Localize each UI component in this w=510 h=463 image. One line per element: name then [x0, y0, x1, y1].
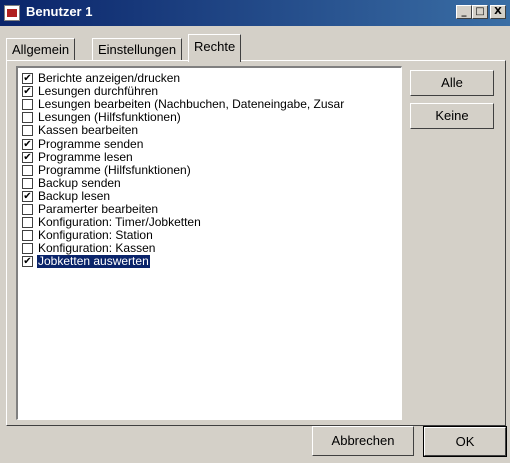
ok-label: OK	[455, 434, 475, 449]
window-title: Benutzer 1	[26, 4, 93, 19]
tab-rechte[interactable]: Rechte	[188, 34, 242, 62]
permission-checkbox[interactable]	[22, 217, 33, 229]
permission-checkbox[interactable]	[22, 99, 33, 111]
permission-label: Konfiguration: Station	[38, 229, 153, 243]
maximize-button[interactable]: □	[472, 5, 488, 19]
permission-label: Paramerter bearbeiten	[38, 203, 159, 216]
permission-checkbox[interactable]	[22, 112, 33, 124]
ok-button[interactable]: OK	[423, 426, 507, 457]
select-all-button[interactable]: Alle	[410, 70, 494, 96]
permission-checkbox[interactable]	[22, 230, 33, 242]
permission-label: Programme lesen	[38, 150, 133, 164]
check-icon[interactable]: ✔	[22, 256, 33, 268]
permission-item[interactable]: ✔ Berichte anzeigen/drucken	[20, 72, 400, 85]
check-icon[interactable]: ✔	[22, 73, 33, 84]
permission-item[interactable]: Programme (Hilfsfunktionen)	[20, 164, 400, 177]
permission-label: Lesungen durchführen	[38, 85, 159, 99]
permission-checkbox[interactable]	[22, 177, 33, 189]
permission-checkbox[interactable]	[22, 125, 33, 137]
check-icon[interactable]: ✔	[22, 86, 33, 98]
cancel-label: Abbrechen	[331, 433, 395, 448]
permission-checkbox[interactable]	[22, 243, 33, 255]
check-icon[interactable]: ✔	[22, 151, 33, 163]
permission-item[interactable]: Backup senden	[20, 177, 400, 190]
permission-item[interactable]: Konfiguration: Station	[20, 229, 400, 242]
permission-label: Konfiguration: Timer/Jobketten	[38, 216, 201, 230]
select-none-label: Keine	[435, 108, 469, 123]
permission-item[interactable]: Konfiguration: Timer/Jobketten	[20, 216, 400, 229]
permission-item[interactable]: Paramerter bearbeiten	[20, 203, 400, 216]
permission-label: Kassen bearbeiten	[38, 124, 139, 138]
select-all-label: Alle	[441, 75, 463, 90]
minimize-button[interactable]: _	[456, 5, 472, 19]
check-icon[interactable]: ✔	[22, 138, 33, 150]
permission-label: Backup senden	[38, 176, 121, 190]
tab-allgemein[interactable]: Allgemein	[6, 38, 76, 60]
title-bar[interactable]: Benutzer 1 _ □ X	[0, 0, 510, 26]
select-none-button[interactable]: Keine	[410, 103, 494, 129]
permission-checkbox[interactable]	[22, 204, 33, 215]
app-window-icon[interactable]	[4, 5, 20, 21]
permission-label: Berichte anzeigen/drucken	[38, 72, 181, 85]
permission-label: Lesungen bearbeiten (Nachbuchen, Datenei…	[38, 98, 345, 112]
cancel-button[interactable]: Abbrechen	[312, 426, 414, 456]
permission-label: Jobketten auswerten	[36, 255, 151, 269]
permission-item[interactable]: ✔ Programme senden	[20, 138, 400, 151]
permission-item[interactable]: ✔ Backup lesen	[20, 190, 400, 203]
permission-item[interactable]: ✔ Programme lesen	[20, 151, 400, 164]
permission-item[interactable]: Lesungen bearbeiten (Nachbuchen, Datenei…	[20, 98, 400, 111]
permission-item[interactable]: Lesungen (Hilfsfunktionen)	[20, 111, 400, 124]
permission-item[interactable]: ✔ Jobketten auswerten	[20, 255, 400, 269]
permission-label: Konfiguration: Kassen	[38, 242, 156, 256]
check-icon[interactable]: ✔	[22, 190, 33, 202]
permission-checkbox[interactable]	[22, 164, 33, 176]
permission-item[interactable]: Konfiguration: Kassen	[20, 242, 400, 255]
tab-einstellungen[interactable]: Einstellungen	[92, 38, 183, 60]
permission-item[interactable]: Kassen bearbeiten	[20, 124, 400, 137]
permission-label: Lesungen (Hilfsfunktionen)	[38, 111, 181, 125]
permissions-list[interactable]: ✔ Berichte anzeigen/drucken ✔ Lesungen durc…	[16, 66, 402, 420]
permission-item[interactable]: ✔ Lesungen durchführen	[20, 85, 400, 98]
close-button[interactable]: X	[490, 5, 506, 19]
permission-label: Programme senden	[38, 137, 144, 151]
permission-label: Backup lesen	[38, 189, 111, 203]
permission-label: Programme (Hilfsfunktionen)	[38, 163, 191, 177]
